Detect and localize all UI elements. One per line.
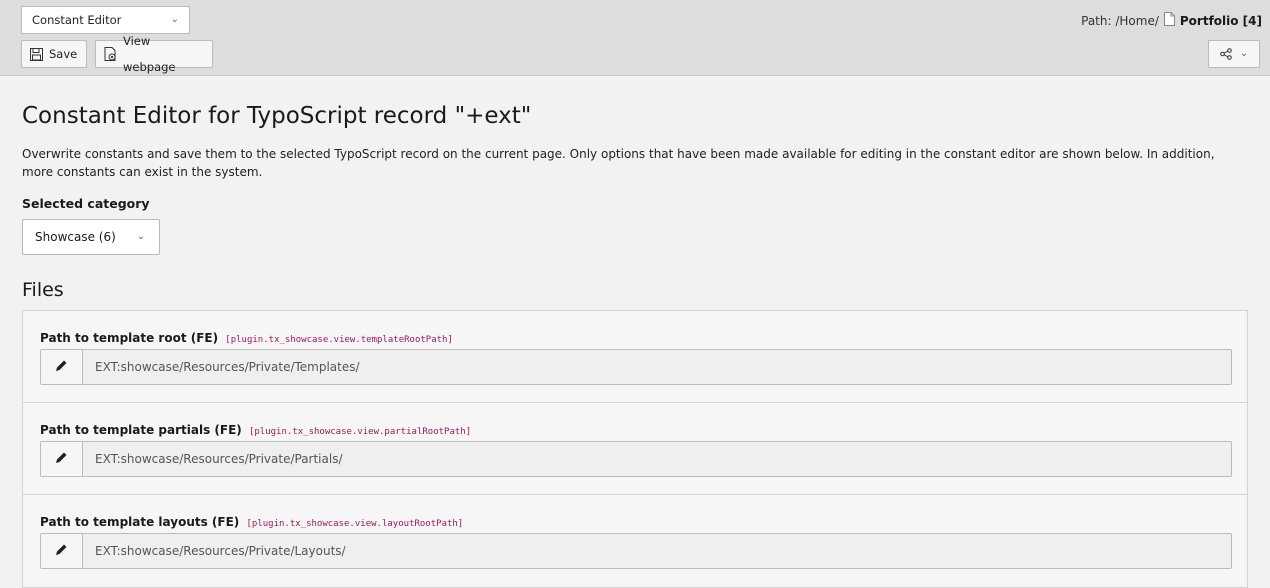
breadcrumb: Path: /Home/ Portfolio [4] — [1081, 12, 1262, 29]
constant-label: Path to template root (FE) [plugin.tx_sh… — [40, 331, 453, 345]
constant-label: Path to template partials (FE) [plugin.t… — [40, 423, 471, 437]
chevron-down-icon: ⌄ — [136, 231, 145, 242]
constant-row: Path to template layouts (FE) [plugin.tx… — [23, 495, 1247, 587]
constant-row: Path to template root (FE) [plugin.tx_sh… — [23, 311, 1247, 403]
save-button-label: Save — [49, 47, 78, 61]
category-select[interactable]: Showcase (6) ⌄ — [22, 219, 160, 255]
pencil-icon — [55, 543, 68, 559]
path-record[interactable]: Portfolio [4] — [1180, 14, 1262, 28]
constant-label: Path to template layouts (FE) [plugin.tx… — [40, 515, 463, 529]
constant-value: EXT:showcase/Resources/Private/Partials/ — [95, 452, 343, 466]
constant-field: EXT:showcase/Resources/Private/Partials/ — [40, 441, 1232, 477]
constant-field: EXT:showcase/Resources/Private/Templates… — [40, 349, 1232, 385]
pencil-icon — [55, 451, 68, 467]
share-icon — [1219, 48, 1232, 60]
page-icon — [1163, 12, 1175, 29]
constants-panel: Path to template root (FE) [plugin.tx_sh… — [22, 310, 1248, 588]
constant-key: [plugin.tx_showcase.view.templateRootPat… — [225, 335, 453, 345]
view-webpage-icon — [104, 47, 117, 61]
module-select-value: Constant Editor — [32, 13, 122, 27]
category-label: Selected category — [22, 196, 150, 211]
pencil-icon — [55, 359, 68, 375]
page-title: Constant Editor for TypoScript record "+… — [22, 103, 532, 129]
chevron-down-icon: ⌄ — [1239, 48, 1249, 59]
constant-row: Path to template partials (FE) [plugin.t… — [23, 403, 1247, 495]
path-prefix: Path: /Home/ — [1081, 13, 1159, 28]
constant-label-text: Path to template root (FE) — [40, 331, 219, 345]
edit-button[interactable] — [41, 442, 83, 476]
constant-label-text: Path to template layouts (FE) — [40, 515, 240, 529]
save-button[interactable]: Save — [21, 40, 87, 68]
section-title: Files — [22, 279, 64, 301]
edit-button[interactable] — [41, 350, 83, 384]
category-select-value: Showcase (6) — [35, 230, 116, 244]
constant-field: EXT:showcase/Resources/Private/Layouts/ — [40, 533, 1232, 569]
share-button[interactable]: ⌄ — [1208, 40, 1260, 68]
constant-label-text: Path to template partials (FE) — [40, 423, 242, 437]
view-webpage-label: View webpage — [123, 34, 176, 74]
constant-value: EXT:showcase/Resources/Private/Layouts/ — [95, 544, 346, 558]
constant-key: [plugin.tx_showcase.view.layoutRootPath] — [246, 519, 464, 529]
page-description: Overwrite constants and save them to the… — [22, 147, 1215, 179]
save-icon — [30, 47, 43, 61]
view-webpage-button[interactable]: View webpage — [95, 34, 213, 74]
doc-header: Constant Editor ⌄ Save View webpage Path… — [0, 0, 1270, 76]
constant-key: [plugin.tx_showcase.view.partialRootPath… — [248, 427, 472, 437]
constant-value: EXT:showcase/Resources/Private/Templates… — [95, 360, 360, 374]
edit-button[interactable] — [41, 534, 83, 568]
